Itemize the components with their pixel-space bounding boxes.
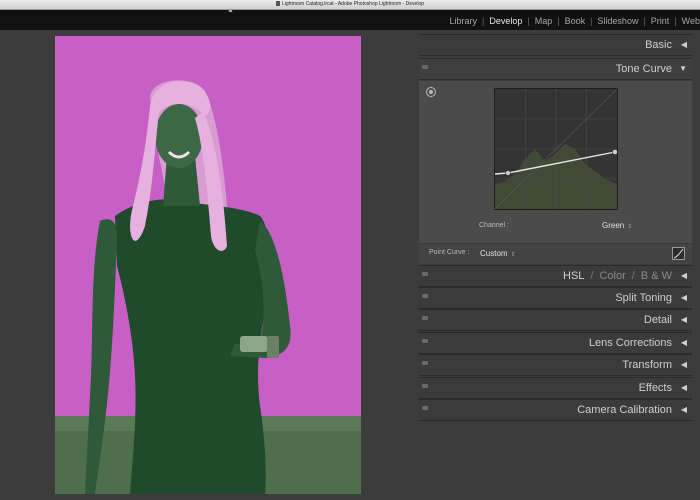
edit-point-curve-icon[interactable] [672,247,685,260]
tone-curve-svg [495,89,617,209]
collapsed-triangle-icon: ◀ [680,271,687,280]
module-book[interactable]: Book [565,16,586,26]
module-separator: | [527,16,530,26]
document-icon [275,1,280,7]
collapsed-triangle-icon: ◀ [680,40,687,49]
panel-lens-corrections-header[interactable]: Lens Corrections ◀ [419,332,692,354]
targeted-adjustment-icon[interactable] [426,87,436,97]
panel-effects-header[interactable]: Effects ◀ [419,377,692,399]
point-curve-value: Custom [480,249,508,258]
bw-tab[interactable]: B & W [641,270,672,282]
hsl-separator: / [590,270,594,282]
panel-toggle-switch[interactable] [422,406,428,410]
hsl-separator: / [631,270,635,282]
collapsed-triangle-icon: ◀ [680,360,687,369]
panel-camera-calibration-title: Camera Calibration [577,404,672,416]
module-picker: ▲ Library | Develop | Map | Book | Slideshow | Pri… [0,7,700,30]
panel-hsl-title: HSL / Color / B & W [563,270,672,282]
window-title-bar: Lightroom Catalog.lrcat - Adobe Photosho… [0,0,700,10]
expanded-triangle-icon: ▼ [679,64,687,73]
panel-toggle-switch[interactable] [422,361,428,365]
collapse-top-panel-icon[interactable]: ▲ [227,7,234,14]
panel-split-toning-header[interactable]: Split Toning ◀ [419,287,692,309]
panel-toggle-switch[interactable] [422,384,428,388]
photo-image [55,36,361,494]
module-separator: | [481,16,485,26]
module-slideshow[interactable]: Slideshow [597,16,638,26]
module-separator: | [643,16,646,26]
collapsed-triangle-icon: ◀ [680,315,687,324]
module-print[interactable]: Print [651,16,670,26]
module-map[interactable]: Map [535,16,553,26]
updown-arrows-icon: ⇕ [627,224,633,230]
develop-right-panel: Basic ◀ Tone Curve ▼ Channel: Green ⇕ P… [419,30,692,500]
module-web[interactable]: Web [682,16,700,26]
panel-toggle-switch[interactable] [422,272,428,276]
panel-tone-curve-header[interactable]: Tone Curve ▼ [419,58,692,80]
panel-toggle-switch[interactable] [422,339,428,343]
panel-tone-curve-title: Tone Curve [615,63,672,75]
collapsed-triangle-icon: ◀ [680,293,687,302]
updown-arrows-icon: ⇕ [510,252,516,258]
module-library[interactable]: Library [449,16,477,26]
collapsed-triangle-icon: ◀ [680,405,687,414]
window-title: Lightroom Catalog.lrcat - Adobe Photosho… [281,1,425,7]
panel-basic-header[interactable]: Basic ◀ [419,34,692,56]
workspace: Basic ◀ Tone Curve ▼ Channel: Green ⇕ P… [0,30,700,500]
color-tab[interactable]: Color [599,270,625,282]
panel-toggle-switch[interactable] [422,65,428,69]
panel-lens-corrections-title: Lens Corrections [588,337,672,349]
module-separator: | [557,16,560,26]
panel-detail-header[interactable]: Detail ◀ [419,309,692,331]
tone-curve-graph[interactable] [494,88,618,210]
tone-curve-body: Channel : Green ⇕ Point Curve : Custom ⇕ [419,81,692,264]
channel-select[interactable]: Green ⇕ [602,221,632,230]
point-curve-select[interactable]: Custom ⇕ [480,249,516,258]
channel-label: Channel : [479,222,509,229]
panel-detail-title: Detail [643,314,672,326]
hsl-tab[interactable]: HSL [563,270,584,282]
panel-transform-header[interactable]: Transform ◀ [419,354,692,376]
panel-effects-title: Effects [638,382,672,394]
module-list: Library | Develop | Map | Book | Slideshow | Print… [449,16,700,26]
module-separator: | [590,16,593,26]
panel-hsl-header[interactable]: HSL / Color / B & W ◀ [419,265,692,287]
photo-preview[interactable] [55,36,361,494]
panel-split-toning-title: Split Toning [615,292,672,304]
panel-transform-title: Transform [622,359,672,371]
collapsed-triangle-icon: ◀ [680,338,687,347]
panel-toggle-switch[interactable] [422,316,428,320]
point-curve-bar: Point Curve : Custom ⇕ [419,243,692,264]
module-separator: | [674,16,677,26]
collapsed-triangle-icon: ◀ [680,383,687,392]
point-curve-label: Point Curve : [429,249,470,256]
panel-camera-calibration-header[interactable]: Camera Calibration ◀ [419,399,692,421]
panel-toggle-switch[interactable] [422,294,428,298]
panel-basic-title: Basic [645,39,672,51]
channel-value: Green [602,221,625,230]
module-develop[interactable]: Develop [489,16,522,26]
